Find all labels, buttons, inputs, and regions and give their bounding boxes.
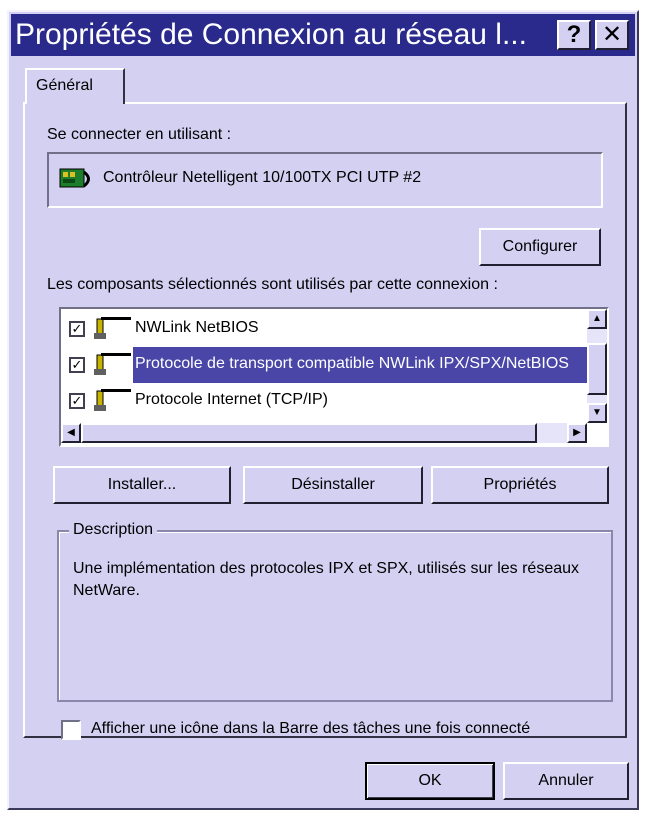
network-protocol-icon bbox=[94, 317, 131, 339]
horizontal-scrollbar[interactable]: ◀ ▶ bbox=[61, 423, 587, 443]
component-label: NWLink NetBIOS bbox=[135, 319, 259, 336]
adapter-name: Contrôleur Netelligent 10/100TX PCI UTP … bbox=[103, 169, 422, 186]
title-bar[interactable]: Propriétés de Connexion au réseau l... ?… bbox=[11, 14, 635, 56]
checkbox-checked[interactable]: ✓ bbox=[69, 357, 85, 373]
network-protocol-icon bbox=[94, 389, 131, 411]
scroll-left-arrow-icon[interactable]: ◀ bbox=[61, 423, 81, 443]
configure-button[interactable]: Configurer bbox=[479, 228, 601, 266]
scroll-right-arrow-icon[interactable]: ▶ bbox=[567, 423, 587, 443]
network-card-icon bbox=[59, 168, 90, 188]
components-label: Les composants sélectionnés sont utilisé… bbox=[47, 276, 498, 293]
ok-button[interactable]: OK bbox=[365, 762, 495, 800]
components-list[interactable]: ✓ NWLink NetBIOS ✓ Protocole de transpor… bbox=[59, 307, 609, 447]
ok-button-label: OK bbox=[418, 772, 442, 789]
component-label: Protocole Internet (TCP/IP) bbox=[135, 391, 328, 408]
window-title: Propriétés de Connexion au réseau l... bbox=[15, 18, 527, 51]
properties-button[interactable]: Propriétés bbox=[431, 466, 609, 504]
install-button[interactable]: Installer... bbox=[53, 466, 231, 504]
scroll-up-arrow-icon[interactable]: ▲ bbox=[587, 309, 607, 329]
description-title: Description bbox=[69, 521, 158, 539]
horizontal-scroll-thumb[interactable] bbox=[81, 423, 537, 443]
checkbox-checked[interactable]: ✓ bbox=[69, 393, 85, 409]
list-item[interactable]: ✓ Protocole Internet (TCP/IP) bbox=[61, 383, 589, 419]
uninstall-button-label: Désinstaller bbox=[291, 476, 375, 493]
tab-general[interactable]: Général bbox=[25, 68, 125, 104]
description-group bbox=[57, 530, 613, 702]
list-item[interactable]: ✓ NWLink NetBIOS bbox=[61, 311, 589, 347]
adapter-field: Contrôleur Netelligent 10/100TX PCI UTP … bbox=[47, 152, 603, 208]
configure-button-label: Configurer bbox=[502, 238, 578, 255]
tray-icon-label[interactable]: Afficher une icône dans la Barre des tâc… bbox=[91, 720, 530, 738]
cancel-button-label: Annuler bbox=[538, 772, 594, 789]
tray-icon-checkbox[interactable] bbox=[61, 720, 81, 740]
close-button[interactable]: ✕ bbox=[595, 20, 629, 50]
cancel-button[interactable]: Annuler bbox=[503, 762, 629, 800]
component-label: Protocole de transport compatible NWLink… bbox=[133, 347, 589, 383]
help-button[interactable]: ? bbox=[557, 20, 591, 50]
description-text: Une implémentation des protocoles IPX et… bbox=[73, 560, 580, 599]
vertical-scrollbar[interactable]: ▲ ▼ bbox=[587, 309, 607, 423]
connect-using-label: Se connecter en utilisant : bbox=[47, 126, 232, 143]
uninstall-button[interactable]: Désinstaller bbox=[243, 466, 423, 504]
network-protocol-icon bbox=[94, 353, 131, 375]
properties-button-label: Propriétés bbox=[483, 476, 557, 493]
vertical-scroll-thumb[interactable] bbox=[587, 343, 607, 395]
scroll-down-arrow-icon[interactable]: ▼ bbox=[587, 403, 607, 423]
checkbox-checked[interactable]: ✓ bbox=[69, 321, 85, 337]
install-button-label: Installer... bbox=[107, 476, 177, 493]
list-item[interactable]: ✓ Protocole de transport compatible NWLi… bbox=[61, 347, 589, 383]
properties-dialog: Propriétés de Connexion au réseau l... ?… bbox=[7, 10, 639, 810]
